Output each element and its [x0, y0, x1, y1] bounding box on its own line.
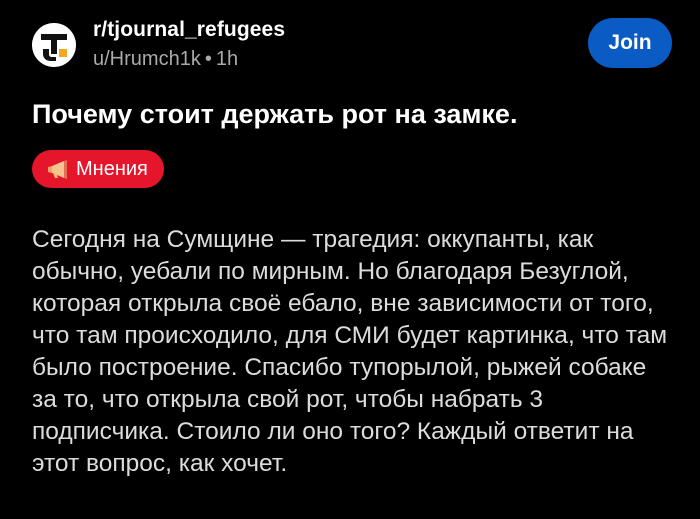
separator-dot: •: [204, 48, 212, 70]
post-meta: r/tjournal_refugees u/Hrumch1k • 1h: [93, 16, 285, 73]
post-time: 1h: [215, 48, 239, 70]
author-name[interactable]: u/Hrumch1k: [93, 48, 201, 70]
flair-label: Мнения: [76, 158, 148, 180]
tjournal-logo-icon: [32, 23, 76, 67]
post-body-text: Сегодня на Сумщине — трагедия: оккупанты…: [32, 226, 668, 477]
subreddit-name[interactable]: r/tjournal_refugees: [93, 16, 285, 44]
join-button[interactable]: Join: [588, 18, 672, 68]
post-header: r/tjournal_refugees u/Hrumch1k • 1h Join: [32, 16, 672, 76]
post-body: Сегодня на Сумщине — трагедия: оккупанты…: [32, 224, 672, 480]
post-title: Почему стоит держать рот на замке.: [32, 99, 518, 129]
post-flair[interactable]: Мнения: [32, 150, 164, 188]
megaphone-icon: [48, 160, 67, 179]
subreddit-avatar[interactable]: [32, 23, 76, 67]
byline: u/Hrumch1k • 1h: [93, 45, 285, 73]
